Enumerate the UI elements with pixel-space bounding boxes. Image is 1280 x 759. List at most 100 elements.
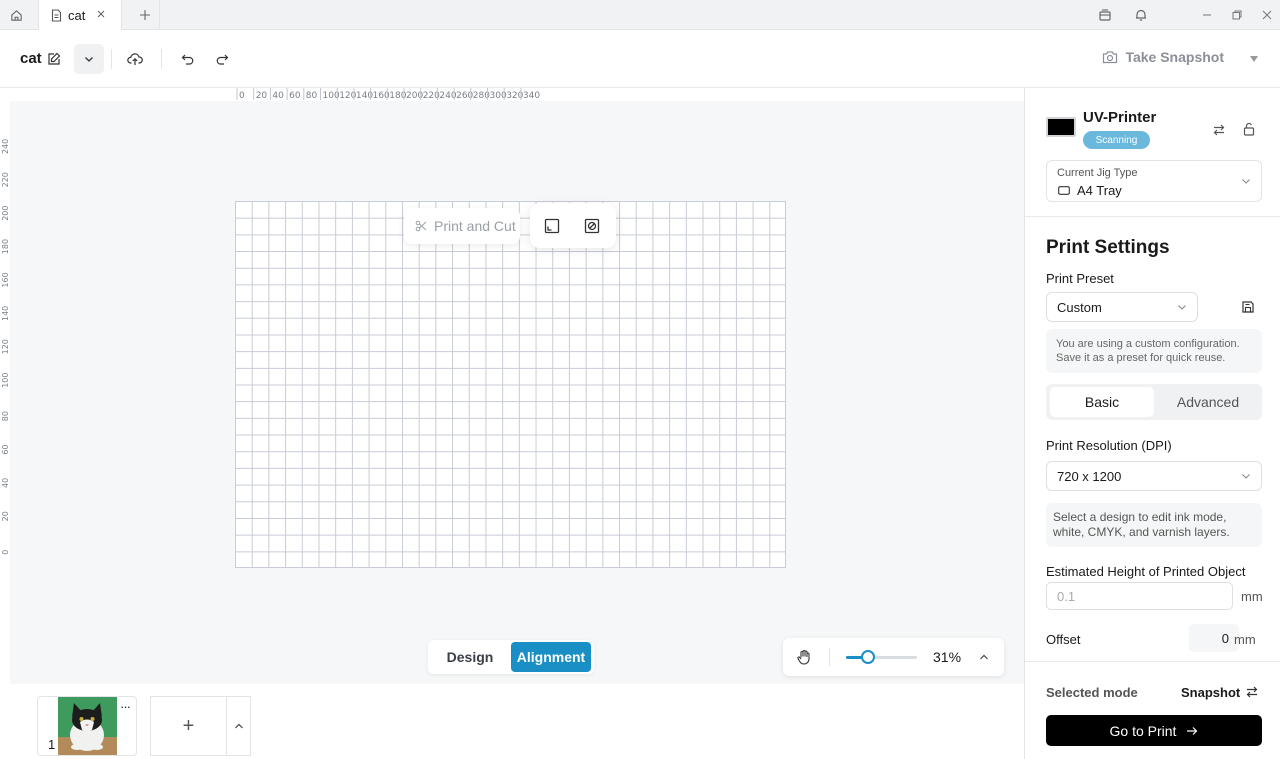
ruler-tick-label: 80 (306, 91, 318, 101)
document-name: cat (20, 50, 42, 67)
zoom-slider[interactable] (846, 650, 917, 664)
ruler-tick-label: 240 (1, 139, 10, 154)
cloud-upload-icon[interactable] (124, 49, 146, 69)
mode-switch: Design Alignment (428, 640, 594, 674)
ruler-tick-label: 20 (256, 91, 268, 101)
take-snapshot-button[interactable]: Take Snapshot (1102, 49, 1224, 65)
ruler-tick-label: 80 (1, 411, 10, 421)
jig-type-label: Current Jig Type (1057, 167, 1138, 179)
selected-mode-label: Selected mode (1046, 685, 1138, 700)
jig-type-value: A4 Tray (1077, 183, 1122, 198)
resolution-value: 720 x 1200 (1057, 468, 1122, 484)
page-strip: 1 ··· + (0, 684, 1024, 759)
plus-icon (139, 10, 150, 20)
fit-frame-icon[interactable] (543, 217, 561, 235)
ruler-tick-label: 120 (1, 339, 10, 354)
height-label: Estimated Height of Printed Object (1046, 564, 1246, 579)
canvas-area[interactable]: 0 20 40 60 80 100 120 140 160 180 200 220 240 260 280 3… (0, 88, 1024, 684)
settings-tabs: Basic Advanced (1046, 384, 1262, 420)
print-and-cut-button[interactable]: Print and Cut (404, 208, 520, 244)
ruler-tick-label: 200 (1, 206, 10, 221)
close-window-icon[interactable] (1252, 0, 1280, 30)
bell-icon[interactable] (1126, 0, 1156, 30)
camera-icon (1103, 51, 1118, 64)
offset-label: Offset (1046, 632, 1081, 647)
jig-grid[interactable] (235, 201, 786, 568)
undo-icon[interactable] (178, 49, 198, 69)
ruler-tick-label: 0 (1, 550, 10, 555)
chevron-down-icon (1241, 177, 1251, 185)
unlock-icon[interactable] (1240, 120, 1258, 138)
home-icon[interactable] (0, 0, 32, 30)
design-note: Select a design to edit ink mode, white,… (1046, 503, 1262, 547)
ruler-tick-label: 140 (1, 306, 10, 321)
height-input[interactable]: 0.1 (1046, 582, 1233, 610)
document-icon (51, 8, 62, 22)
save-preset-icon[interactable] (1239, 298, 1257, 316)
close-icon[interactable] (95, 8, 107, 20)
ruler-tick-label: 20 (1, 511, 10, 521)
printer-status-badge: Scanning (1083, 131, 1150, 149)
ruler-tick-label: 0 (239, 91, 245, 101)
page-thumbnail[interactable]: 1 ··· (37, 696, 137, 756)
tab-basic[interactable]: Basic (1050, 387, 1154, 417)
chevron-down-icon (1241, 472, 1251, 480)
zoom-slider-handle[interactable] (861, 650, 875, 664)
selected-mode-value: Snapshot (1181, 685, 1241, 700)
swap-printer-icon[interactable] (1210, 121, 1228, 139)
new-tab-button[interactable] (130, 0, 160, 30)
offset-input[interactable]: 0 (1189, 624, 1239, 652)
go-to-print-label: Go to Print (1109, 722, 1177, 739)
ruler-tick-label: 160 (1, 272, 10, 287)
tab-bar: cat (0, 0, 1280, 30)
page-number: 1 (48, 737, 56, 752)
ruler-tick-label: 40 (272, 91, 284, 101)
alignment-mode-button[interactable]: Alignment (511, 642, 591, 672)
chevron-down-icon (1177, 303, 1187, 311)
chevron-down-icon (85, 57, 93, 62)
document-menu-button[interactable] (74, 44, 104, 74)
layers-icon[interactable] (1090, 0, 1120, 30)
tray-icon (1058, 186, 1070, 195)
ruler-tick-label: 100 (1, 373, 10, 388)
snapshot-label: Take Snapshot (1125, 49, 1224, 65)
caret-down-icon[interactable] (1247, 52, 1261, 66)
print-preset-value: Custom (1057, 299, 1102, 315)
print-preset-select[interactable]: Custom (1046, 292, 1198, 322)
go-to-print-button[interactable]: Go to Print (1046, 715, 1262, 746)
zoom-control: 31% (783, 638, 1004, 676)
tab-title: cat (68, 7, 86, 23)
minimize-icon[interactable] (1192, 0, 1222, 30)
page-more-icon[interactable]: ··· (120, 699, 131, 714)
ruler-tick-label: 220 (1, 172, 10, 187)
redo-icon[interactable] (212, 49, 232, 69)
ruler-tick-label: 60 (1, 444, 10, 454)
add-page-button[interactable]: + (150, 696, 227, 756)
toolbar: cat Take Snapshot (0, 30, 1280, 88)
restore-icon[interactable] (1222, 0, 1252, 30)
print-settings-title: Print Settings (1046, 237, 1170, 258)
canvas-tools (530, 203, 616, 248)
print-panel: UV-Printer Scanning Current Jig Type A4 … (1024, 88, 1280, 759)
print-and-cut-label: Print and Cut (434, 218, 516, 234)
arrow-right-icon (1187, 726, 1198, 735)
chevron-up-icon[interactable] (977, 651, 991, 663)
tab-advanced[interactable]: Advanced (1156, 387, 1260, 417)
design-mode-button[interactable]: Design (438, 642, 502, 672)
height-unit: mm (1241, 589, 1263, 604)
ruler-vertical: 240 220 200 180 160 140 120 100 80 60 40 20 0 (0, 88, 10, 684)
preset-note: You are using a custom configuration. Sa… (1046, 329, 1262, 373)
hide-jig-icon[interactable] (583, 217, 601, 235)
jig-type-select[interactable]: Current Jig Type A4 Tray (1046, 160, 1262, 202)
document-tab[interactable]: cat (38, 0, 122, 30)
zoom-percent: 31% (933, 649, 962, 665)
edit-name-icon[interactable] (45, 50, 63, 68)
resolution-select[interactable]: 720 x 1200 (1046, 461, 1262, 491)
swap-mode-icon[interactable] (1244, 684, 1260, 700)
offset-unit: mm (1234, 632, 1256, 647)
ruler-tick-label: 60 (289, 91, 301, 101)
ruler-tick-label: 40 (1, 478, 10, 488)
print-preset-label: Print Preset (1046, 271, 1114, 286)
chevron-up-icon[interactable] (226, 696, 251, 756)
hand-tool-icon[interactable] (795, 648, 813, 666)
